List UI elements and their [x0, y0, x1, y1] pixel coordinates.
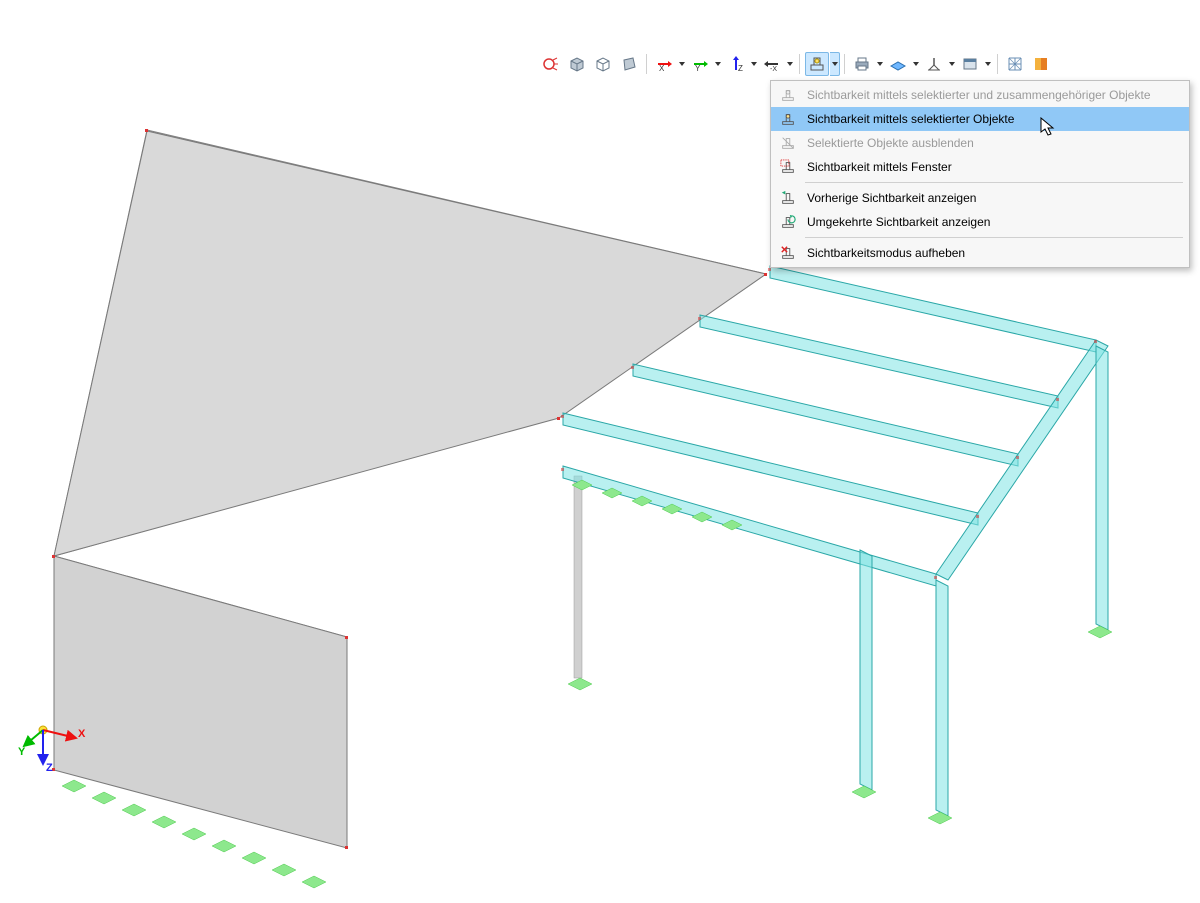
menu-separator [805, 182, 1183, 183]
axis-z-label: Z [46, 762, 53, 774]
view-persp-button[interactable] [617, 52, 641, 76]
chevron-down-icon[interactable] [830, 52, 840, 76]
visibility-menu: Sichtbarkeit mittels selektierter und zu… [770, 80, 1190, 268]
svg-text:X: X [659, 64, 665, 73]
svg-text:Y: Y [695, 64, 701, 73]
surface-dropdown[interactable] [885, 52, 921, 76]
chevron-down-icon[interactable] [749, 52, 759, 76]
axis-x-label: X [78, 728, 85, 740]
chevron-down-icon[interactable] [677, 52, 687, 76]
view-toolbar: X Y Z -X [538, 50, 1054, 78]
visibility-dropdown[interactable] [804, 52, 840, 76]
toolbar-sep-3 [844, 54, 845, 74]
svg-text:Z: Z [738, 64, 743, 73]
print-dropdown[interactable] [849, 52, 885, 76]
svg-text:-X: -X [770, 66, 777, 73]
menu-hide-selected[interactable]: Selektierte Objekte ausblenden [771, 131, 1189, 155]
menu-label: Umgekehrte Sichtbarkeit anzeigen [807, 213, 990, 231]
view-solid-button[interactable] [565, 52, 589, 76]
microscope-back-icon [777, 189, 799, 207]
view-wire-button[interactable] [591, 52, 615, 76]
microscope-window-icon [777, 158, 799, 176]
menu-visibility-invert[interactable]: Umgekehrte Sichtbarkeit anzeigen [771, 210, 1189, 234]
menu-visibility-selected[interactable]: Sichtbarkeit mittels selektierter Objekt… [771, 107, 1189, 131]
chevron-down-icon[interactable] [713, 52, 723, 76]
toolbar-sep-1 [646, 54, 647, 74]
menu-visibility-related[interactable]: Sichtbarkeit mittels selektierter und zu… [771, 83, 1189, 107]
view-axis-x-button[interactable]: X [651, 52, 687, 76]
axis-y-label: Y [18, 746, 25, 758]
view-axis-y-button[interactable]: Y [687, 52, 723, 76]
menu-label: Sichtbarkeit mittels selektierter Objekt… [807, 110, 1014, 128]
menu-label: Sichtbarkeit mittels selektierter und zu… [807, 86, 1151, 104]
support-dropdown[interactable] [921, 52, 957, 76]
microscope-off-icon [777, 134, 799, 152]
mesh-icon-button[interactable] [1003, 52, 1027, 76]
view-axis-z-button[interactable]: Z [723, 52, 759, 76]
building-block [54, 130, 766, 848]
menu-label: Sichtbarkeitsmodus aufheben [807, 244, 965, 262]
chevron-down-icon[interactable] [875, 52, 885, 76]
microscope-invert-icon [777, 213, 799, 231]
microscope-icon [777, 110, 799, 128]
render-dropdown[interactable] [957, 52, 993, 76]
microscope-icon [777, 86, 799, 104]
microscope-cancel-icon [777, 244, 799, 262]
menu-visibility-previous[interactable]: Vorherige Sichtbarkeit anzeigen [771, 186, 1189, 210]
color-icon-button[interactable] [1029, 52, 1053, 76]
chevron-down-icon[interactable] [947, 52, 957, 76]
toolbar-sep-2 [799, 54, 800, 74]
menu-separator [805, 237, 1183, 238]
menu-visibility-window[interactable]: Sichtbarkeit mittels Fenster [771, 155, 1189, 179]
menu-label: Selektierte Objekte ausblenden [807, 134, 974, 152]
chevron-down-icon[interactable] [785, 52, 795, 76]
toolbar-sep-4 [997, 54, 998, 74]
view-axis-negx-button[interactable]: -X [759, 52, 795, 76]
menu-label: Sichtbarkeit mittels Fenster [807, 158, 952, 176]
axis-gizmo: X Y Z [18, 700, 98, 780]
view-iso-button[interactable] [539, 52, 563, 76]
menu-label: Vorherige Sichtbarkeit anzeigen [807, 189, 976, 207]
chevron-down-icon[interactable] [911, 52, 921, 76]
chevron-down-icon[interactable] [983, 52, 993, 76]
menu-visibility-cancel[interactable]: Sichtbarkeitsmodus aufheben [771, 241, 1189, 265]
